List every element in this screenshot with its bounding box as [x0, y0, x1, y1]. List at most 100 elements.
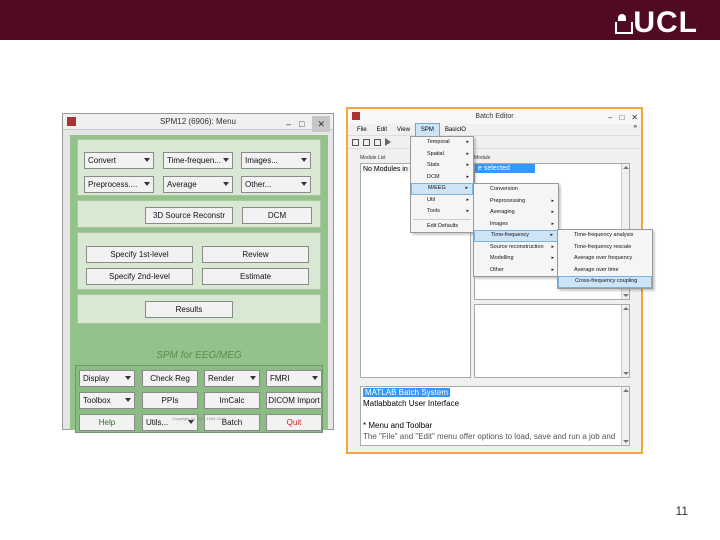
menu-item-modelling[interactable]: Modelling ▸ — [474, 253, 558, 265]
menu-item-images[interactable]: Images ▸ — [474, 219, 558, 231]
chevron-down-icon — [223, 182, 229, 186]
spm-window-titlebar: SPM12 (6906): Menu – □ ✕ — [63, 114, 333, 132]
maximize-button[interactable]: □ — [299, 116, 304, 132]
chevron-down-icon — [312, 376, 318, 380]
submenu-arrow-icon: ▸ — [551, 197, 554, 204]
menu-item-edit-defaults[interactable]: Edit Defaults — [411, 221, 473, 233]
module-list-label: Module List — [360, 155, 386, 161]
run-icon[interactable] — [385, 138, 391, 146]
check-reg-button[interactable]: Check Reg — [142, 370, 198, 387]
menu-item-conversion[interactable]: Conversion — [474, 184, 558, 196]
images-dropdown[interactable]: Images... — [241, 152, 311, 169]
menu-view[interactable]: View — [392, 124, 415, 136]
menu-item-avg-frequency[interactable]: Average over frequency — [558, 253, 652, 265]
menu-item-tools[interactable]: Tools ▸ — [411, 206, 473, 218]
chevron-down-icon — [144, 182, 150, 186]
review-button[interactable]: Review — [202, 246, 309, 263]
chevron-down-icon — [125, 398, 131, 402]
menu-separator — [413, 218, 471, 220]
scrollbar[interactable] — [621, 305, 629, 377]
fmri-dropdown[interactable]: FMRI — [266, 370, 322, 387]
submenu-arrow-icon: ▸ — [466, 150, 469, 157]
logo-text: UCL — [633, 6, 698, 39]
ppis-button[interactable]: PPIs — [142, 392, 198, 409]
average-dropdown[interactable]: Average — [163, 176, 233, 193]
convert-dropdown[interactable]: Convert — [84, 152, 154, 169]
chevron-down-icon — [144, 158, 150, 162]
meeg-submenu: Conversion Preprocessing ▸ Averaging ▸ Ima… — [473, 183, 559, 277]
menu-item-time-frequency[interactable]: Time-frequency ▸ — [474, 230, 558, 242]
menu-spm[interactable]: SPM — [414, 122, 440, 137]
maximize-button[interactable]: □ — [619, 110, 624, 125]
help-text-box[interactable]: MATLAB Batch System Matlabbatch User Int… — [360, 386, 630, 446]
matlab-icon — [67, 117, 76, 126]
save-icon[interactable] — [374, 138, 381, 146]
menu-item-temporal[interactable]: Temporal ▸ — [411, 137, 473, 149]
menu-item-spatial[interactable]: Spatial ▸ — [411, 149, 473, 161]
estimate-button[interactable]: Estimate — [202, 268, 309, 285]
menu-item-source-reconstruction[interactable]: Source reconstruction ▸ — [474, 242, 558, 254]
chevron-down-icon — [125, 376, 131, 380]
matlab-icon — [352, 112, 360, 120]
submenu-arrow-icon: ▸ — [466, 196, 469, 203]
dcm-button[interactable]: DCM — [242, 207, 312, 224]
specify-second-level-button[interactable]: Specify 2nd-level — [86, 268, 193, 285]
minimize-button[interactable]: – — [608, 110, 612, 125]
preprocess-dropdown[interactable]: Preprocess.... — [84, 176, 154, 193]
display-dropdown[interactable]: Display — [79, 370, 135, 387]
submenu-arrow-icon: ▸ — [466, 162, 469, 168]
help-heading: MATLAB Batch System — [363, 388, 450, 397]
menu-item-tf-analysis[interactable]: Time-frequency analysis — [558, 230, 652, 242]
spm-eeg-title: SPM for EEG/MEG — [156, 350, 242, 361]
chevron-down-icon — [250, 376, 256, 380]
submenu-arrow-icon: ▸ — [466, 139, 469, 145]
spm-menu-body: Convert Time-frequen... Images... Prepro… — [70, 135, 328, 433]
menu-item-cross-frequency-coupling[interactable]: Cross-frequency coupling — [558, 276, 652, 288]
spm-menu-window: SPM12 (6906): Menu – □ ✕ Convert Time-fr… — [62, 113, 334, 433]
open-folder-icon[interactable] — [363, 138, 370, 146]
menu-item-preprocessing[interactable]: Preprocessing ▸ — [474, 196, 558, 208]
specify-first-level-button[interactable]: Specify 1st-level — [86, 246, 193, 263]
menu-item-averaging[interactable]: Averaging ▸ — [474, 207, 558, 219]
minimize-button[interactable]: – — [286, 116, 291, 132]
ucl-logo: UCL — [615, 6, 698, 40]
menu-edit[interactable]: Edit — [372, 124, 392, 136]
menu-item-util[interactable]: Util ▸ — [411, 195, 473, 207]
results-button[interactable]: Results — [145, 301, 233, 318]
menu-item-dcm[interactable]: DCM ▸ — [411, 172, 473, 184]
new-file-icon[interactable] — [352, 138, 359, 146]
menu-overflow-icon[interactable]: » — [634, 124, 637, 130]
submenu-arrow-icon: ▸ — [465, 185, 468, 191]
stats-panel: Specify 1st-level Review Specify 2nd-lev… — [77, 232, 321, 290]
utilities-panel: Display Check Reg Render FMRI Toolbox PP… — [75, 365, 323, 433]
chevron-down-icon — [301, 182, 307, 186]
toolbar — [348, 136, 641, 149]
menu-basicio[interactable]: BasicIO — [440, 124, 471, 136]
menu-item-other[interactable]: Other ▸ — [474, 265, 558, 277]
render-dropdown[interactable]: Render — [204, 370, 260, 387]
source-panel: 3D Source Reconstr DCM — [77, 200, 321, 228]
menu-item-meeg[interactable]: M/EEG ▸ — [411, 183, 473, 195]
close-button[interactable]: ✕ — [312, 116, 330, 132]
source-reconstruction-button[interactable]: 3D Source Reconstr — [145, 207, 233, 224]
menu-item-avg-time[interactable]: Average over time — [558, 265, 652, 277]
help-line: The "File" and "Edit" menu offer options… — [363, 432, 616, 441]
menu-file[interactable]: File — [352, 124, 372, 136]
time-frequency-dropdown[interactable]: Time-frequen... — [163, 152, 233, 169]
module-value-panel[interactable] — [474, 304, 630, 378]
toolbox-dropdown[interactable]: Toolbox — [79, 392, 135, 409]
module-selected-item[interactable]: e selected — [475, 164, 535, 173]
header-bar: UCL — [0, 0, 720, 40]
imcalc-button[interactable]: ImCalc — [204, 392, 260, 409]
help-line: Matlabbatch User Interface — [363, 399, 460, 408]
scrollbar[interactable] — [621, 387, 629, 445]
page-number: 11 — [675, 504, 688, 518]
close-button[interactable]: ✕ — [631, 110, 638, 125]
help-line: * Menu and Toolbar — [363, 421, 433, 430]
menu-item-stats[interactable]: Stats ▸ — [411, 160, 473, 172]
menu-item-tf-rescale[interactable]: Time-frequency rescale — [558, 242, 652, 254]
other-dropdown[interactable]: Other... — [241, 176, 311, 193]
submenu-arrow-icon: ▸ — [551, 266, 554, 273]
submenu-arrow-icon: ▸ — [551, 209, 554, 215]
dicom-import-button[interactable]: DICOM Import — [266, 392, 322, 409]
